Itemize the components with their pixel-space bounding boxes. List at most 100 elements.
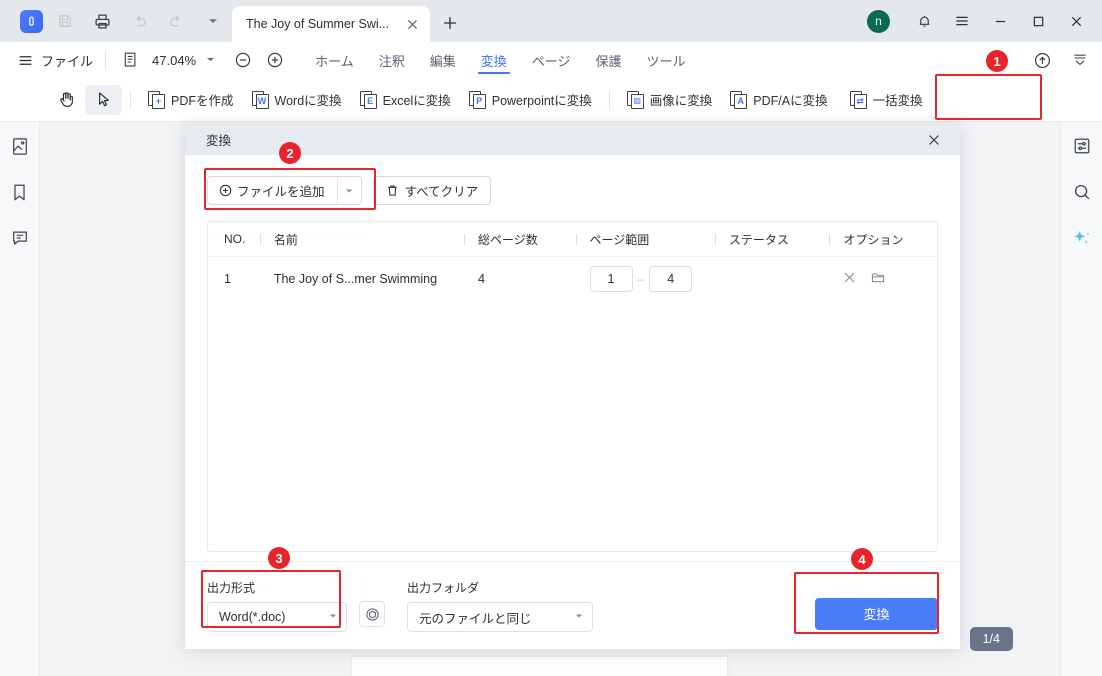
hand-tool-button[interactable] (48, 85, 85, 115)
row-total-pages: 4 (477, 272, 485, 286)
file-list-header: NO. 名前 総ページ数 ページ範囲 ステータス オプション (208, 222, 937, 257)
row-name: The Joy of S...mer Swimming (273, 272, 438, 286)
right-sidebar (1060, 122, 1102, 676)
page-range-to-input[interactable]: 4 (649, 266, 693, 292)
main-menu-icon[interactable] (944, 0, 980, 42)
output-folder-value: 元のファイルと同じ (419, 611, 532, 626)
powerpoint-icon: P (468, 90, 486, 109)
tab-tools[interactable]: ツール (647, 42, 686, 78)
file-menu[interactable]: ファイル (41, 51, 93, 70)
select-tool-button[interactable] (85, 84, 122, 115)
close-button[interactable] (1058, 0, 1094, 42)
output-folder-select[interactable]: 元のファイルと同じ (407, 602, 593, 632)
dialog-close-icon[interactable] (918, 124, 950, 155)
page-range-dash: – (637, 272, 645, 286)
zoom-in-button[interactable] (263, 48, 287, 72)
remove-icon[interactable] (843, 271, 856, 287)
add-file-caret-icon[interactable] (338, 187, 361, 195)
app-window: The Joy of Summer Swi... n ファイル 47.04% ホ… (0, 0, 1102, 676)
convert-to-pdfa-button[interactable]: A PDF/Aに変換 (721, 85, 836, 115)
new-tab-button[interactable] (437, 10, 463, 36)
col-header-options: オプション (827, 231, 937, 248)
convert-to-word-label: Wordに変換 (274, 94, 342, 108)
avatar[interactable]: n (867, 9, 890, 33)
bookmark-icon[interactable] (8, 180, 32, 204)
clear-all-button[interactable]: すべてクリア (372, 176, 492, 205)
cloud-upload-icon[interactable] (1030, 48, 1054, 72)
zoom-out-button[interactable] (231, 48, 255, 72)
convert-to-pdfa-label: PDF/Aに変換 (753, 94, 828, 108)
search-icon[interactable] (1070, 180, 1094, 204)
convert-toolbar: + PDFを作成 W Wordに変換 E Excelに変換 P Powerpoi… (0, 78, 1102, 122)
create-pdf-button[interactable]: + PDFを作成 (139, 85, 243, 115)
pdfa-icon: A (730, 90, 748, 109)
output-format-label: 出力形式 (207, 581, 256, 595)
output-folder-label: 出力フォルダ (407, 581, 480, 595)
advanced-settings-button[interactable] (359, 601, 385, 627)
convert-to-image-button[interactable]: ▨ 画像に変換 (618, 85, 722, 115)
annotation-badge-2: 2 (279, 142, 301, 164)
convert-dialog: 変換 ファイルを追加 すべてクリア NO. 名前 総ページ数 ページ範囲 ステー… (185, 124, 960, 649)
tab-convert[interactable]: 変換 (477, 42, 510, 78)
convert-to-powerpoint-button[interactable]: P Powerpointに変換 (460, 85, 601, 115)
convert-to-word-button[interactable]: W Wordに変換 (243, 85, 351, 115)
properties-icon[interactable] (1070, 134, 1094, 158)
page-layout-icon[interactable] (118, 48, 142, 72)
batch-convert-button[interactable]: ⇄ 一括変換 (841, 85, 932, 115)
save-icon[interactable] (50, 6, 80, 36)
create-pdf-label: PDFを作成 (171, 94, 234, 108)
app-logo-icon (20, 9, 43, 33)
tab-page[interactable]: ページ (532, 42, 571, 78)
row-no: 1 (224, 272, 231, 286)
add-file-button[interactable]: ファイルを追加 (207, 176, 362, 205)
output-folder-group: 出力フォルダ 元のファイルと同じ (407, 579, 593, 632)
dialog-header: 変換 (185, 124, 960, 155)
create-pdf-icon: + (148, 90, 165, 109)
folder-icon[interactable] (871, 271, 885, 287)
dialog-footer: 出力形式 Word(*.doc) 出力フォルダ 元のファイルと同じ 変換 (185, 561, 960, 649)
page-indicator: 1/4 (969, 627, 1013, 651)
tab-edit[interactable]: 編集 (430, 42, 456, 78)
maximize-button[interactable] (1020, 0, 1056, 42)
trash-icon (387, 185, 397, 196)
col-header-name: 名前 (258, 231, 462, 248)
dialog-actions: ファイルを追加 すべてクリア (207, 176, 938, 205)
output-format-value: Word(*.doc) (219, 610, 286, 624)
comment-icon[interactable] (8, 226, 32, 250)
notification-bell-icon[interactable] (906, 0, 942, 42)
undo-icon[interactable] (124, 6, 154, 36)
batch-convert-label: 一括変換 (872, 94, 923, 108)
page-range-from-input[interactable]: 1 (589, 266, 633, 292)
quick-access-caret-icon[interactable] (198, 6, 228, 36)
col-header-no: NO. (224, 232, 246, 246)
window-controls: n (867, 0, 1102, 42)
minimize-button[interactable] (982, 0, 1018, 42)
convert-to-excel-button[interactable]: E Excelに変換 (351, 85, 460, 115)
tab-home[interactable]: ホーム (315, 42, 354, 78)
document-tab[interactable]: The Joy of Summer Swi... (232, 6, 430, 42)
thumbnail-icon[interactable] (8, 134, 32, 158)
chevron-down-icon (329, 612, 337, 622)
plus-circle-icon (219, 184, 232, 197)
zoom-level[interactable]: 47.04% (152, 53, 196, 68)
output-format-group: 出力形式 Word(*.doc) (207, 579, 347, 632)
excel-icon: E (359, 90, 377, 109)
redo-icon[interactable] (161, 6, 191, 36)
menu-hamburger-icon[interactable] (18, 53, 33, 68)
annotation-badge-3: 3 (268, 547, 290, 569)
tab-protect[interactable]: 保護 (596, 42, 622, 78)
table-row[interactable]: 1 The Joy of S...mer Swimming 4 1 – 4 (208, 257, 937, 301)
collapse-ribbon-icon[interactable] (1068, 48, 1092, 72)
convert-button[interactable]: 変換 (815, 597, 938, 630)
document-page (352, 657, 727, 676)
tab-close-icon[interactable] (402, 14, 422, 34)
document-tab-title: The Joy of Summer Swi... (246, 17, 390, 31)
ai-sparkle-icon[interactable] (1070, 226, 1094, 250)
col-header-total: 総ページ数 (462, 231, 574, 248)
tab-annotate[interactable]: 注釈 (379, 42, 405, 78)
output-format-select[interactable]: Word(*.doc) (207, 602, 347, 632)
menu-bar: ファイル 47.04% ホーム 注釈 編集 変換 ページ 保護 ツール (0, 42, 1102, 78)
zoom-caret-icon[interactable] (206, 55, 215, 66)
menu-divider (105, 51, 107, 69)
print-icon[interactable] (87, 6, 117, 36)
